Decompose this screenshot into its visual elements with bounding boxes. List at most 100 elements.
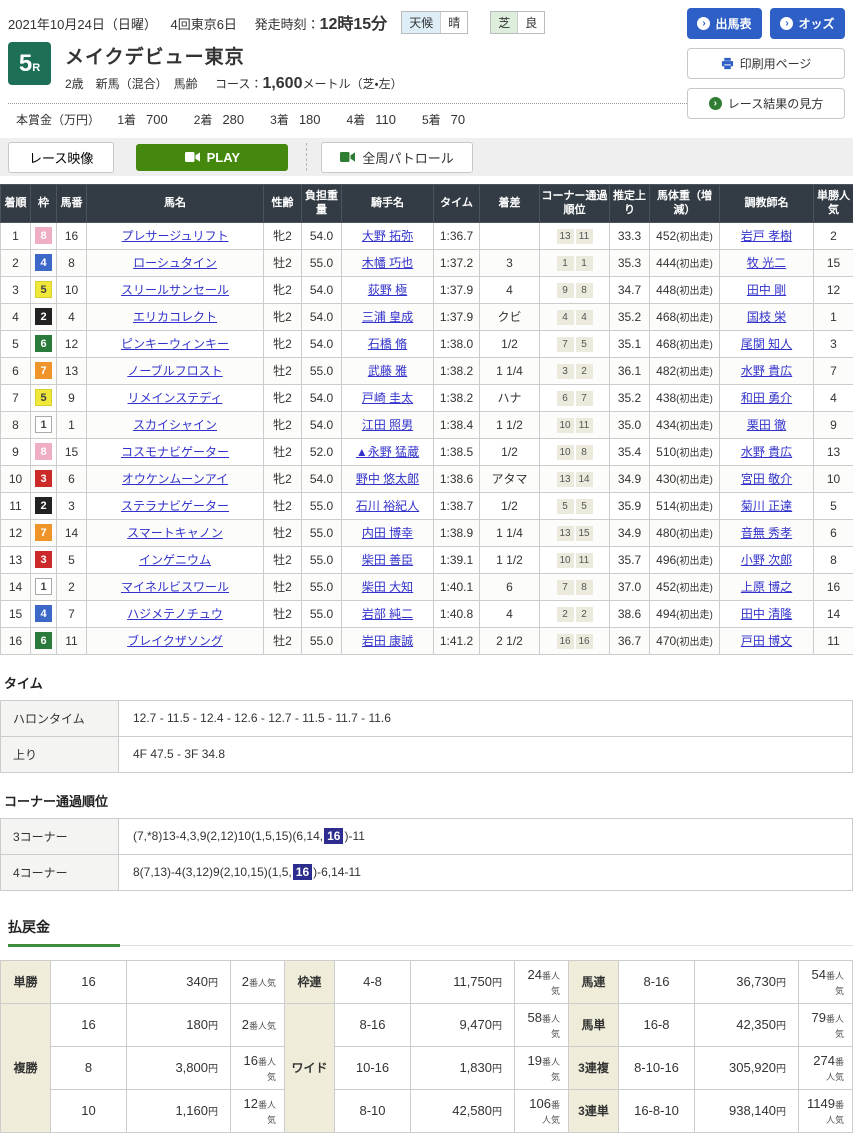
bet-combination: 16 bbox=[51, 960, 127, 1003]
yen-unit-label: 円 bbox=[492, 978, 502, 989]
print-page-button[interactable]: 印刷用ページ bbox=[687, 48, 845, 79]
jockey-name-link[interactable]: 野中 悠太郎 bbox=[356, 472, 419, 486]
horse-name-link[interactable]: インゲニウム bbox=[139, 553, 211, 567]
jockey-name-link[interactable]: 石橋 脩 bbox=[368, 337, 407, 351]
jockey-name-link[interactable]: 岩部 純二 bbox=[362, 607, 413, 621]
jockey-cell: 岩田 康誠 bbox=[342, 627, 434, 654]
jockey-name-link[interactable]: ▲永野 猛蔵 bbox=[356, 445, 419, 459]
racecard-button[interactable]: › 出馬表 bbox=[687, 8, 762, 39]
jockey-name-link[interactable]: 荻野 極 bbox=[368, 283, 407, 297]
payout-amount-value: 938,140 bbox=[729, 1103, 776, 1118]
payout-amount: 1,830円 bbox=[411, 1046, 515, 1089]
trainer-name-link[interactable]: 小野 次郎 bbox=[741, 553, 792, 567]
horse-name-link[interactable]: マイネルビスワール bbox=[121, 580, 229, 594]
prize-amount: 700 bbox=[146, 112, 168, 127]
horse-name-cell: ステラナビゲーター bbox=[87, 492, 264, 519]
header-action-buttons: › 出馬表 › オッズ 印刷用ページ › レース結果の見方 bbox=[687, 8, 845, 119]
jockey-name-link[interactable]: 三浦 皇成 bbox=[362, 310, 413, 324]
winner-number-highlight: 16 bbox=[324, 828, 343, 844]
patrol-video-button[interactable]: 全周パトロール bbox=[321, 142, 472, 173]
payout-amount-value: 9,470 bbox=[459, 1017, 492, 1032]
results-table: 着順枠馬番馬名性齢負担重量騎手名タイム着差コーナー通過順位推定上り馬体重（増減）… bbox=[0, 184, 853, 655]
corner-3-value: (7,*8)13-4,3,9(2,12)10(1,5,15)(6,14,16)-… bbox=[119, 818, 853, 854]
corner-3-label: 3コーナー bbox=[1, 818, 119, 854]
prize-rank-label: 3着 bbox=[270, 113, 289, 127]
jockey-name-link[interactable]: 江田 照男 bbox=[362, 418, 413, 432]
payout-amount: 180円 bbox=[127, 1003, 231, 1046]
horse-name-link[interactable]: ピンキーウィンキー bbox=[121, 337, 229, 351]
trainer-name-link[interactable]: 国枝 栄 bbox=[747, 310, 786, 324]
horse-name-link[interactable]: リメインステディ bbox=[128, 391, 223, 405]
result-row: 6713ノーブルフロスト牡255.0武藤 雅1:38.21 1/43236.14… bbox=[1, 357, 853, 384]
trainer-name-link[interactable]: 上原 博之 bbox=[741, 580, 792, 594]
time-cell: 1:37.9 bbox=[434, 303, 480, 330]
jockey-name-link[interactable]: 岩田 康誠 bbox=[362, 634, 413, 648]
horse-name-link[interactable]: コスモナビゲーター bbox=[121, 445, 229, 459]
how-to-read-button[interactable]: › レース結果の見方 bbox=[687, 88, 845, 119]
race-video-button[interactable]: レース映像 bbox=[8, 142, 114, 173]
frame-cell: 6 bbox=[31, 627, 57, 654]
horse-name-link[interactable]: スリールサンセール bbox=[121, 283, 229, 297]
horse-name-link[interactable]: スマートキャノン bbox=[127, 526, 223, 540]
trainer-name-link[interactable]: 和田 勇介 bbox=[741, 391, 792, 405]
horse-name-link[interactable]: ハジメテノチュウ bbox=[127, 607, 223, 621]
corner-position-cell: 1315 bbox=[540, 519, 610, 546]
jockey-name-link[interactable]: 柴田 善臣 bbox=[362, 553, 413, 567]
jockey-name-link[interactable]: 石川 裕紀人 bbox=[356, 499, 419, 513]
margin-cell: 1 1/2 bbox=[480, 411, 540, 438]
horse-weight-note: (初出走) bbox=[676, 583, 713, 594]
furlong-time-label: ハロンタイム bbox=[1, 700, 119, 736]
horse-name-link[interactable]: エリカコレクト bbox=[133, 310, 217, 324]
horse-weight-note: (初出走) bbox=[676, 421, 713, 432]
trainer-cell: 尾関 知人 bbox=[720, 330, 814, 357]
horse-weight-note: (初出走) bbox=[676, 340, 713, 351]
trainer-name-link[interactable]: 戸田 博文 bbox=[741, 634, 792, 648]
trainer-name-link[interactable]: 音無 秀孝 bbox=[741, 526, 792, 540]
jockey-name-link[interactable]: 大野 拓弥 bbox=[362, 229, 413, 243]
corner-position-badge: 10 bbox=[557, 418, 574, 433]
bet-type-label: ワイド bbox=[285, 1003, 335, 1132]
corner-position-badge: 5 bbox=[557, 499, 574, 514]
popularity-value: 2 bbox=[242, 1017, 249, 1032]
trainer-name-link[interactable]: 栗田 徹 bbox=[747, 418, 786, 432]
jockey-name-link[interactable]: 戸崎 圭太 bbox=[362, 391, 413, 405]
trainer-cell: 田中 剛 bbox=[720, 276, 814, 303]
trainer-name-link[interactable]: 菊川 正達 bbox=[741, 499, 792, 513]
jockey-name-link[interactable]: 武藤 雅 bbox=[368, 364, 407, 378]
horse-weight-value: 480 bbox=[656, 526, 676, 540]
horse-number-cell: 15 bbox=[57, 438, 87, 465]
horse-name-link[interactable]: オウケンムーンアイ bbox=[122, 472, 228, 486]
horse-name-link[interactable]: ステラナビゲーター bbox=[121, 499, 229, 513]
trainer-name-link[interactable]: 水野 貴広 bbox=[741, 445, 792, 459]
margin-cell: 1 1/4 bbox=[480, 357, 540, 384]
last-3f-cell: 33.3 bbox=[610, 222, 650, 249]
jockey-name-link[interactable]: 木幡 巧也 bbox=[362, 256, 413, 270]
turf-label: 芝 bbox=[491, 12, 517, 33]
last-3f-cell: 35.4 bbox=[610, 438, 650, 465]
trainer-name-link[interactable]: 水野 貴広 bbox=[741, 364, 792, 378]
trainer-name-link[interactable]: 田中 剛 bbox=[747, 283, 786, 297]
odds-button[interactable]: › オッズ bbox=[770, 8, 845, 39]
trainer-name-link[interactable]: 岩戸 孝樹 bbox=[741, 229, 792, 243]
date-text: 2021年10月24日（日曜） bbox=[8, 17, 157, 32]
jockey-name-link[interactable]: 柴田 大知 bbox=[362, 580, 413, 594]
play-button[interactable]: PLAY bbox=[136, 144, 288, 171]
trainer-name-link[interactable]: 宮田 敬介 bbox=[741, 472, 792, 486]
jockey-name-link[interactable]: 内田 博幸 bbox=[362, 526, 413, 540]
trainer-name-link[interactable]: 尾関 知人 bbox=[741, 337, 792, 351]
result-row: 811スカイシャイン牝254.0江田 照男1:38.41 1/2101135.0… bbox=[1, 411, 853, 438]
horse-name-link[interactable]: ブレイクザソング bbox=[127, 634, 223, 648]
result-row: 1335インゲニウム牡255.0柴田 善臣1:39.11 1/2101135.7… bbox=[1, 546, 853, 573]
horse-name-link[interactable]: プレサージュリフト bbox=[122, 229, 229, 243]
time-cell: 1:38.6 bbox=[434, 465, 480, 492]
trainer-name-link[interactable]: 田中 清隆 bbox=[741, 607, 792, 621]
popularity-cell: 6 bbox=[814, 519, 853, 546]
horse-name-link[interactable]: ノーブルフロスト bbox=[127, 364, 222, 378]
trainer-name-link[interactable]: 牧 光二 bbox=[747, 256, 786, 270]
horse-name-link[interactable]: スカイシャイン bbox=[133, 418, 217, 432]
horse-name-link[interactable]: ローシュタイン bbox=[133, 256, 217, 270]
jockey-cell: 戸崎 圭太 bbox=[342, 384, 434, 411]
horse-name-cell: インゲニウム bbox=[87, 546, 264, 573]
last-3f-cell: 38.6 bbox=[610, 600, 650, 627]
jockey-cell: 野中 悠太郎 bbox=[342, 465, 434, 492]
